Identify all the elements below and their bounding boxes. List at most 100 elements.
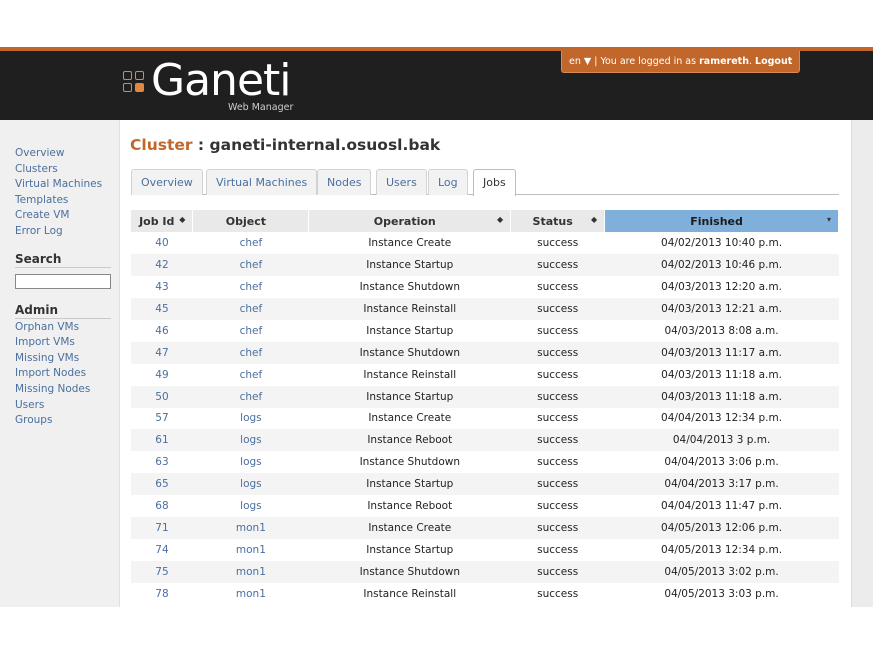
status-cell: success: [537, 456, 579, 469]
table-row[interactable]: 63 logs Instance Shutdown success 04/04/2013…: [131, 451, 839, 473]
table-row[interactable]: 57 logs Instance Create success 04/04/2013 1…: [131, 408, 839, 430]
column-header-object[interactable]: Object: [192, 210, 310, 232]
sidebar-item-templates[interactable]: Templates: [15, 193, 111, 209]
tab-log[interactable]: Log: [428, 169, 468, 195]
sidebar-nav: Overview Clusters Virtual Machines Template…: [15, 146, 111, 240]
job-id-link[interactable]: 50: [131, 385, 193, 408]
job-id-link[interactable]: 75: [131, 561, 193, 583]
object-link[interactable]: chef: [193, 232, 309, 254]
status-cell: success: [537, 368, 579, 381]
sort-desc-icon: ▾: [826, 215, 831, 224]
admin-item-groups[interactable]: Groups: [15, 413, 111, 429]
status-cell: success: [510, 561, 605, 583]
object-link[interactable]: chef: [192, 253, 309, 276]
column-header-finished[interactable]: Finished ▾: [604, 210, 839, 232]
logo-text: Ganeti: [151, 55, 291, 106]
sidebar-item-overview[interactable]: Overview: [15, 146, 111, 162]
finished-cell: 04/02/2013 10:40 p.m.: [661, 236, 783, 249]
table-row[interactable]: 47 chef Instance Shutdown success 04/03/2013…: [131, 341, 839, 364]
status-cell: success: [510, 385, 605, 408]
job-id-link[interactable]: 78: [131, 583, 193, 605]
object-link[interactable]: mon1: [193, 539, 309, 561]
job-id-link[interactable]: 74: [131, 539, 193, 561]
object-link[interactable]: mon1: [192, 561, 309, 583]
job-id-link[interactable]: 42: [131, 253, 193, 276]
job-id-link[interactable]: 63: [131, 451, 193, 473]
right-gutter: [851, 120, 873, 607]
table-row[interactable]: 68 logs Instance Reboot success 04/04/2013 1…: [131, 495, 839, 517]
table-row[interactable]: 65 logs Instance Startup success 04/04/2013 …: [131, 473, 839, 496]
job-id-link[interactable]: 40: [131, 232, 193, 254]
object-link[interactable]: mon1: [193, 583, 309, 605]
admin-item-orphan-vms[interactable]: Orphan VMs: [15, 320, 111, 336]
table-row[interactable]: 50 chef Instance Startup success 04/03/2013 …: [131, 385, 839, 408]
table-row[interactable]: 75 mon1 Instance Shutdown success 04/05/2013…: [131, 561, 839, 583]
job-id-link[interactable]: 47: [131, 341, 193, 364]
column-header-label: Object: [225, 214, 267, 228]
column-header-operation[interactable]: Operation ◆: [308, 210, 512, 232]
object-link[interactable]: logs: [192, 473, 309, 496]
object-link[interactable]: logs: [193, 451, 309, 473]
admin-item-users[interactable]: Users: [15, 398, 111, 414]
sidebar-item-clusters[interactable]: Clusters: [15, 162, 111, 178]
finished-cell: 04/03/2013 8:08 a.m.: [664, 324, 779, 337]
tab-overview[interactable]: Overview: [131, 169, 203, 195]
sidebar-item-virtual-machines[interactable]: Virtual Machines: [15, 177, 111, 193]
job-id-link[interactable]: 68: [131, 495, 193, 517]
job-id-link[interactable]: 45: [131, 297, 193, 320]
job-id-link[interactable]: 43: [131, 276, 193, 298]
table-row[interactable]: 78 mon1 Instance Reinstall success 04/05/201…: [131, 583, 839, 605]
username[interactable]: ramereth: [699, 56, 749, 67]
table-row[interactable]: 40 chef Instance Create success 04/02/2013 1…: [131, 232, 839, 254]
admin-item-missing-nodes[interactable]: Missing Nodes: [15, 382, 111, 398]
operation-cell: Instance Reinstall: [363, 368, 457, 381]
tab-jobs[interactable]: Jobs: [473, 169, 516, 196]
table-row[interactable]: 45 chef Instance Reinstall success 04/03/201…: [131, 297, 839, 320]
object-link[interactable]: chef: [193, 276, 309, 298]
finished-cell: 04/04/2013 3 p.m.: [604, 429, 839, 452]
table-row[interactable]: 71 mon1 Instance Create success 04/05/2013 1…: [131, 517, 839, 540]
object-link[interactable]: chef: [193, 320, 309, 342]
operation-cell: Instance Reinstall: [308, 297, 511, 320]
admin-item-missing-vms[interactable]: Missing VMs: [15, 351, 111, 367]
table-row[interactable]: 61 logs Instance Reboot success 04/04/2013 3…: [131, 429, 839, 452]
job-id-link[interactable]: 71: [131, 517, 193, 540]
operation-cell: Instance Startup: [308, 253, 511, 276]
job-id-link[interactable]: 61: [131, 429, 193, 452]
language-selector[interactable]: en ▼: [569, 56, 591, 67]
title-separator: :: [192, 136, 210, 154]
object-link[interactable]: chef: [193, 364, 309, 386]
table-row[interactable]: 43 chef Instance Shutdown success 04/03/2013…: [131, 276, 839, 298]
object-link[interactable]: logs: [193, 408, 309, 430]
object-link[interactable]: chef: [192, 297, 309, 320]
job-id-link[interactable]: 65: [131, 473, 193, 496]
job-id-link[interactable]: 46: [131, 320, 193, 342]
object-link[interactable]: logs: [192, 429, 309, 452]
admin-item-import-nodes[interactable]: Import Nodes: [15, 366, 111, 382]
finished-cell: 04/05/2013 12:06 p.m.: [604, 517, 839, 540]
logout-link[interactable]: Logout: [755, 56, 792, 67]
ganeti-logo[interactable]: Ganeti Web Manager: [123, 55, 313, 115]
column-header-status[interactable]: Status ◆: [510, 210, 606, 232]
object-link[interactable]: logs: [193, 495, 309, 517]
job-id-link[interactable]: 57: [131, 408, 193, 430]
tab-nodes[interactable]: Nodes: [317, 169, 372, 195]
column-header-job-id[interactable]: Job Id ◆: [131, 210, 194, 232]
operation-cell: Instance Startup: [308, 385, 511, 408]
search-input[interactable]: [15, 273, 111, 289]
object-link[interactable]: chef: [192, 341, 309, 364]
object-link[interactable]: mon1: [192, 517, 309, 540]
status-cell: success: [510, 297, 605, 320]
logo-grid-icon: [123, 71, 145, 93]
tab-users[interactable]: Users: [376, 169, 427, 195]
table-row[interactable]: 49 chef Instance Reinstall success 04/03/201…: [131, 364, 839, 386]
tab-virtual-machines[interactable]: Virtual Machines: [206, 169, 318, 195]
object-link[interactable]: chef: [192, 385, 309, 408]
admin-item-import-vms[interactable]: Import VMs: [15, 335, 111, 351]
sidebar-item-error-log[interactable]: Error Log: [15, 224, 111, 240]
table-row[interactable]: 46 chef Instance Startup success 04/03/2013 …: [131, 320, 839, 342]
job-id-link[interactable]: 49: [131, 364, 193, 386]
table-row[interactable]: 74 mon1 Instance Startup success 04/05/2013 …: [131, 539, 839, 561]
table-row[interactable]: 42 chef Instance Startup success 04/02/2013 …: [131, 253, 839, 276]
sidebar-item-create-vm[interactable]: Create VM: [15, 208, 111, 224]
